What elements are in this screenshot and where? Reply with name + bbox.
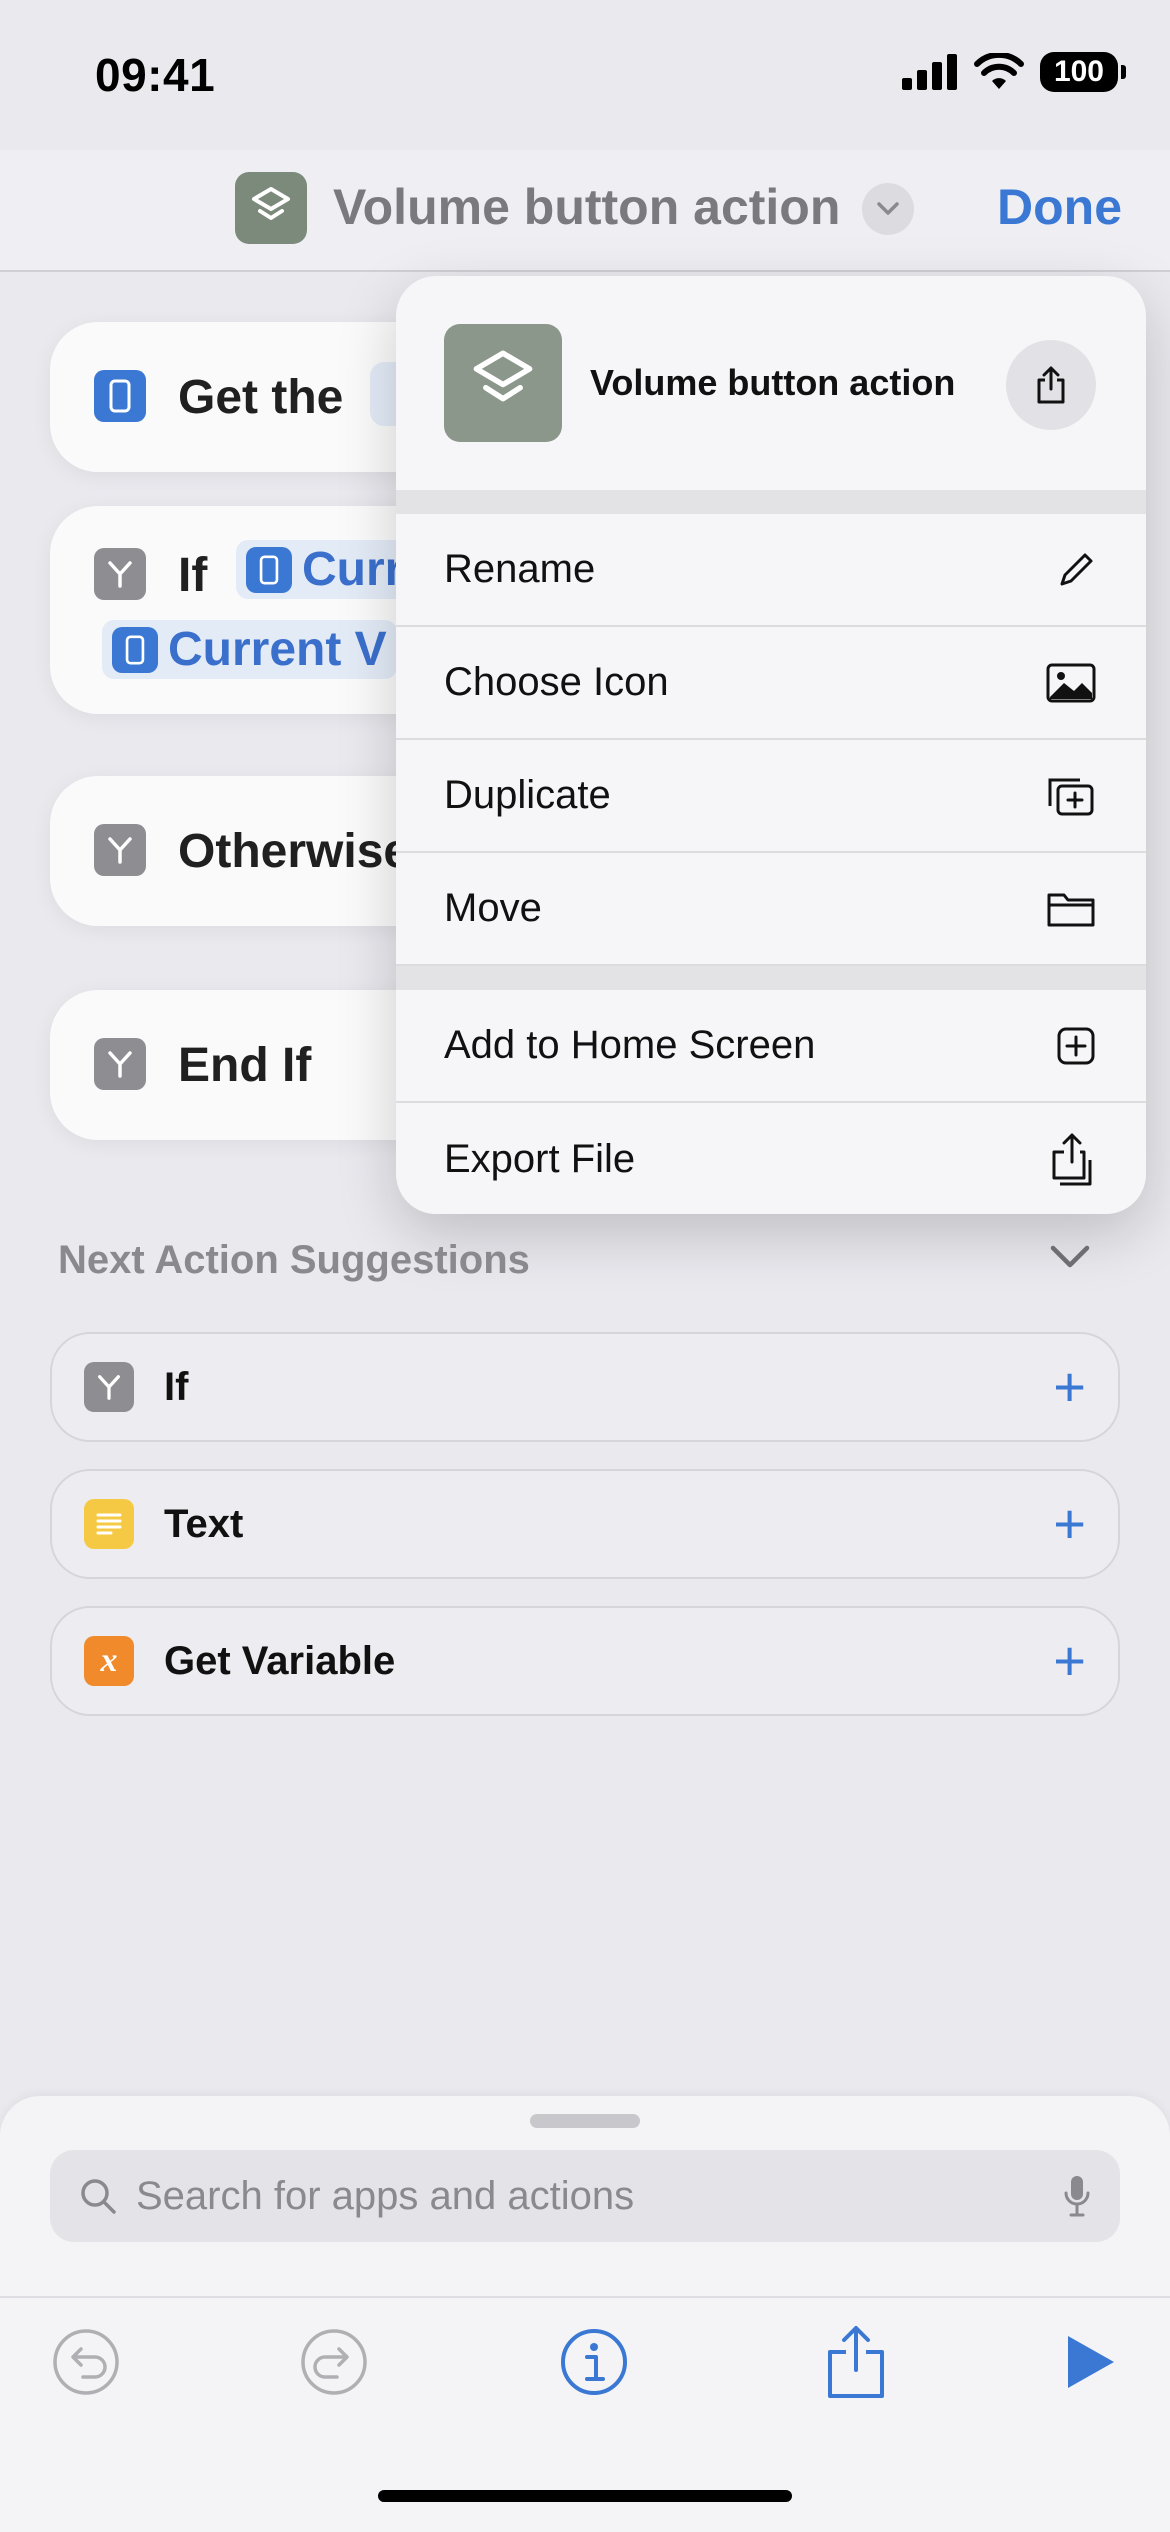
shortcut-options-menu: Volume button action Rename Choose Icon …: [396, 276, 1146, 1214]
if-token-2-label: Current V: [168, 623, 387, 676]
action-endif-label: End If: [178, 1039, 312, 1092]
home-indicator: [378, 2490, 792, 2502]
suggestion-label: Get Variable: [164, 1638, 396, 1683]
if-token-1[interactable]: Curr: [236, 540, 414, 599]
share-button[interactable]: [816, 2322, 896, 2402]
phone-icon: [125, 634, 145, 665]
menu-item-add-to-home-screen[interactable]: Add to Home Screen: [396, 990, 1146, 1103]
branch-icon: [108, 837, 132, 864]
redo-icon: [301, 2329, 367, 2395]
search-input[interactable]: [136, 2173, 1062, 2219]
branch-icon: [98, 1375, 120, 1400]
share-icon: [1037, 366, 1065, 404]
suggestion-label: Text: [164, 1501, 244, 1546]
variable-badge: x: [84, 1636, 134, 1686]
suggestion-label: If: [164, 1364, 189, 1409]
branch-badge: [94, 1038, 146, 1090]
plus-square-icon: [1057, 1027, 1095, 1064]
status-time: 09:41: [95, 49, 216, 101]
action-get-label: Get the: [178, 371, 344, 424]
info-icon: [561, 2329, 627, 2395]
menu-separator: [396, 490, 1146, 514]
text-lines-icon: [96, 1513, 122, 1535]
text-badge: [84, 1499, 134, 1549]
menu-item-label: Move: [444, 886, 542, 930]
suggestion-if[interactable]: If +: [50, 1332, 1120, 1442]
status-icons: 100: [901, 52, 1127, 92]
chevron-down-icon: [1050, 1245, 1090, 1268]
suggestion-get-variable[interactable]: x Get Variable +: [50, 1606, 1120, 1716]
menu-item-export-file[interactable]: Export File: [396, 1103, 1146, 1214]
suggestion-text[interactable]: Text +: [50, 1469, 1120, 1579]
wifi-icon: [973, 53, 1024, 89]
menu-separator: [396, 966, 1146, 990]
menu-item-label: Add to Home Screen: [444, 1023, 816, 1067]
action-if-label: If: [178, 549, 208, 602]
menu-item-label: Export File: [444, 1137, 636, 1181]
branch-icon: [108, 1051, 132, 1078]
microphone-icon[interactable]: [1062, 2173, 1092, 2219]
plus-icon[interactable]: +: [1053, 1359, 1086, 1415]
toolbar-divider: [0, 2296, 1170, 2298]
menu-item-rename[interactable]: Rename: [396, 514, 1146, 627]
phone-icon: [109, 379, 131, 413]
shortcut-icon[interactable]: [235, 172, 307, 244]
chevron-down-icon: [877, 202, 899, 215]
menu-item-choose-icon[interactable]: Choose Icon: [396, 627, 1146, 740]
battery-indicator: 100: [1039, 52, 1127, 92]
image-icon: [1046, 663, 1096, 702]
menu-share-button[interactable]: [1006, 340, 1096, 430]
plus-icon[interactable]: +: [1053, 1633, 1086, 1689]
branch-badge: [84, 1362, 134, 1412]
shortcut-title[interactable]: Volume button action: [333, 178, 840, 236]
title-menu-button[interactable]: [862, 183, 914, 235]
redo-button[interactable]: [294, 2322, 374, 2402]
branch-icon: [108, 561, 132, 588]
branch-badge: [94, 548, 146, 600]
menu-item-label: Choose Icon: [444, 660, 669, 704]
search-icon: [81, 2179, 116, 2214]
menu-header: Volume button action: [396, 276, 1146, 490]
cellular-signal-icon: [901, 54, 957, 90]
device-badge: [246, 546, 292, 593]
info-button[interactable]: [554, 2322, 634, 2402]
menu-title: Volume button action: [590, 362, 956, 403]
sheet-grabber[interactable]: [530, 2114, 640, 2128]
layers-icon: [473, 350, 533, 402]
phone-icon: [259, 554, 279, 585]
action-otherwise-label: Otherwise: [178, 825, 411, 878]
search-bar[interactable]: [50, 2150, 1120, 2242]
play-icon: [1068, 2336, 1114, 2388]
menu-item-duplicate[interactable]: Duplicate: [396, 740, 1146, 853]
folder-icon: [1047, 893, 1095, 926]
undo-button[interactable]: [46, 2322, 126, 2402]
if-token-1-label: Curr: [302, 543, 404, 596]
variable-x-icon: x: [100, 1642, 118, 1679]
if-token-2[interactable]: Current V: [102, 620, 397, 679]
pencil-icon: [1060, 553, 1093, 585]
suggestions-collapse-button[interactable]: [1048, 1242, 1092, 1277]
branch-badge: [94, 824, 146, 876]
run-button[interactable]: [1050, 2322, 1130, 2402]
menu-item-label: Rename: [444, 547, 596, 591]
device-badge: [94, 370, 146, 422]
undo-icon: [53, 2329, 119, 2395]
layers-icon: [252, 187, 290, 220]
suggestions-title: Next Action Suggestions: [58, 1238, 530, 1282]
export-icon: [1052, 1133, 1092, 1185]
menu-shortcut-icon: [444, 324, 562, 442]
menu-item-move[interactable]: Move: [396, 853, 1146, 966]
share-icon: [828, 2326, 884, 2398]
device-badge: [112, 626, 158, 673]
done-button[interactable]: Done: [997, 178, 1122, 236]
plus-icon[interactable]: +: [1053, 1496, 1086, 1552]
duplicate-icon: [1048, 778, 1094, 815]
menu-item-label: Duplicate: [444, 773, 611, 817]
